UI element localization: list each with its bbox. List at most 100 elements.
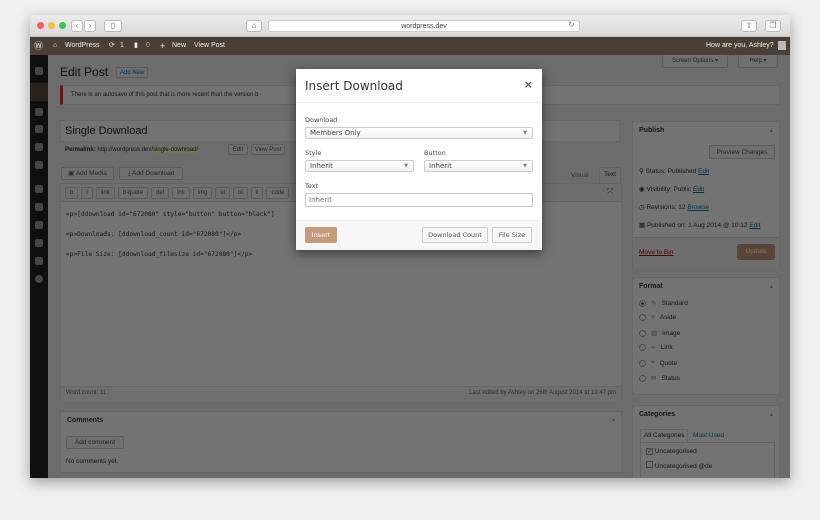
update-button[interactable]: Update bbox=[737, 244, 775, 260]
sidebar-item-comments[interactable] bbox=[35, 161, 43, 169]
tab-all-categories[interactable]: All Categories bbox=[640, 429, 688, 442]
download-select[interactable]: Members Only ▼ bbox=[305, 127, 533, 139]
sidebar-toggle-icon[interactable]: ▯ bbox=[104, 20, 122, 32]
tabs-icon[interactable]: ❐ bbox=[765, 20, 781, 32]
view-post-link[interactable]: View Post bbox=[194, 37, 225, 55]
address-bar[interactable]: wordpress.dev bbox=[268, 20, 580, 32]
home-icon[interactable]: ⌂ bbox=[246, 20, 262, 32]
radio-button[interactable] bbox=[639, 314, 646, 321]
sidebar-item-collapse[interactable] bbox=[35, 275, 43, 283]
updates-count[interactable]: 1 bbox=[120, 37, 124, 55]
checkbox[interactable] bbox=[646, 461, 653, 468]
sidebar-item-settings[interactable] bbox=[35, 257, 43, 265]
admin-sidebar bbox=[30, 55, 48, 478]
visibility-edit-link[interactable]: Edit bbox=[693, 186, 704, 193]
format-option[interactable]: ≡ Aside bbox=[639, 314, 676, 321]
permalink-slug[interactable]: single-download/ bbox=[153, 147, 199, 153]
sidebar-item-dashboard[interactable] bbox=[35, 67, 43, 75]
quicktag-button[interactable]: ol bbox=[233, 187, 248, 199]
collapse-icon[interactable]: ▴ bbox=[770, 283, 773, 290]
text-input[interactable] bbox=[305, 193, 533, 207]
tab-visual[interactable]: Visual bbox=[571, 172, 589, 179]
help-button[interactable]: Help ▾ bbox=[738, 55, 778, 68]
eye-icon: ◉ bbox=[639, 186, 645, 193]
date-edit-link[interactable]: Edit bbox=[749, 222, 760, 229]
quicktag-button[interactable]: ul bbox=[215, 187, 231, 199]
view-post-button[interactable]: View Post bbox=[251, 144, 285, 155]
sidebar-item-appearance[interactable] bbox=[35, 185, 43, 193]
collapse-icon[interactable]: ▴ bbox=[770, 127, 773, 134]
sidebar-item-plugins[interactable] bbox=[35, 203, 43, 211]
format-option[interactable]: ∞ Link bbox=[639, 344, 673, 351]
quicktag-button[interactable]: li bbox=[250, 187, 264, 199]
quicktag-button[interactable]: img bbox=[192, 187, 213, 199]
insert-button[interactable]: Insert bbox=[305, 227, 337, 243]
quicktag-button[interactable]: code bbox=[266, 187, 290, 199]
sidebar-item-users[interactable] bbox=[35, 221, 43, 229]
close-window-button[interactable] bbox=[37, 22, 44, 29]
editor-line[interactable]: <p>[ddownload id="672080" style="button"… bbox=[66, 211, 275, 218]
screen-options-button[interactable]: Screen Options ▾ bbox=[662, 55, 728, 68]
avatar[interactable] bbox=[778, 41, 786, 50]
style-select[interactable]: Inherit ▼ bbox=[305, 160, 414, 172]
button-select[interactable]: Inherit ▼ bbox=[424, 160, 533, 172]
radio-button[interactable] bbox=[639, 299, 646, 307]
quicktag-button[interactable]: i bbox=[81, 187, 93, 199]
comments-count[interactable]: 0 bbox=[146, 37, 150, 55]
editor-line[interactable]: <p>File Size: [ddownload_filesize id="67… bbox=[66, 251, 252, 258]
sidebar-item-media[interactable] bbox=[35, 125, 43, 133]
add-media-button[interactable]: ▣ Add Media bbox=[61, 167, 114, 180]
radio-button[interactable] bbox=[639, 374, 646, 382]
permalink: Permalink: http://wordpress.dev/single-d… bbox=[65, 147, 199, 153]
new-link[interactable]: New bbox=[172, 37, 186, 55]
sidebar-item-posts[interactable] bbox=[30, 83, 48, 101]
collapse-icon[interactable]: ▴ bbox=[612, 416, 615, 423]
format-option[interactable]: ✎ Standard bbox=[639, 299, 688, 307]
account-greeting[interactable]: How are you, Ashley? bbox=[706, 37, 774, 55]
quicktag-button[interactable]: del bbox=[151, 187, 170, 199]
status-edit-link[interactable]: Edit bbox=[698, 168, 709, 175]
collapse-icon[interactable]: ▴ bbox=[770, 411, 773, 418]
maximize-window-button[interactable] bbox=[59, 22, 66, 29]
forward-button[interactable]: › bbox=[84, 20, 96, 32]
add-comment-button[interactable]: Add comment bbox=[66, 436, 124, 449]
quicktag-button[interactable]: b-quote bbox=[117, 187, 149, 199]
minimize-window-button[interactable] bbox=[48, 22, 55, 29]
site-name-link[interactable]: WordPress bbox=[65, 37, 100, 55]
move-to-bin-link[interactable]: Move to Bin bbox=[639, 249, 673, 256]
format-option[interactable]: ▧ Image bbox=[639, 329, 680, 337]
tab-most-used[interactable]: Most Used bbox=[693, 432, 724, 439]
radio-button[interactable] bbox=[639, 329, 646, 337]
publish-box: Publish ▴ Preview Changes ⚲ Status: Publ… bbox=[632, 121, 780, 269]
share-icon[interactable]: ⇧ bbox=[741, 20, 757, 32]
download-count-button[interactable]: Download Count bbox=[422, 227, 488, 243]
reload-icon[interactable]: ↻ bbox=[568, 20, 575, 29]
wordpress-logo-icon[interactable]: Ⓦ bbox=[34, 37, 43, 55]
quicktag-button[interactable]: link bbox=[95, 187, 115, 199]
back-button[interactable]: ‹ bbox=[71, 20, 83, 32]
quicktag-button[interactable]: b bbox=[65, 187, 79, 199]
sidebar-item-pages[interactable] bbox=[35, 143, 43, 151]
home-icon: ⌂ bbox=[53, 42, 58, 49]
quicktag-button[interactable]: ins bbox=[172, 187, 190, 199]
sidebar-item-downloads[interactable] bbox=[35, 108, 43, 116]
fullscreen-icon[interactable]: ⤧ bbox=[607, 187, 613, 197]
add-new-button[interactable]: Add New bbox=[116, 67, 149, 78]
file-size-button[interactable]: File Size bbox=[492, 227, 532, 243]
no-comments-text: No comments yet. bbox=[66, 458, 119, 465]
add-download-button[interactable]: ⤓ Add Download bbox=[119, 167, 183, 180]
radio-button[interactable] bbox=[639, 359, 646, 367]
format-option[interactable]: ✉ Status bbox=[639, 374, 680, 382]
radio-button[interactable] bbox=[639, 344, 646, 351]
checkbox-checked[interactable]: ✓ bbox=[646, 448, 653, 455]
category-item[interactable]: ✓ Uncategorised bbox=[646, 448, 697, 455]
tab-text[interactable]: Text bbox=[599, 167, 621, 183]
sidebar-item-tools[interactable] bbox=[35, 239, 43, 247]
preview-changes-button[interactable]: Preview Changes bbox=[709, 145, 775, 159]
permalink-edit-button[interactable]: Edit bbox=[228, 144, 248, 155]
browse-revisions-link[interactable]: Browse bbox=[687, 204, 709, 211]
format-option[interactable]: ❝ Quote bbox=[639, 359, 677, 367]
editor-line[interactable]: <p>Downloads: [ddownload_count id="67208… bbox=[66, 231, 241, 238]
close-icon[interactable]: × bbox=[524, 78, 533, 91]
category-item[interactable]: Uncategorised @de bbox=[646, 461, 712, 470]
